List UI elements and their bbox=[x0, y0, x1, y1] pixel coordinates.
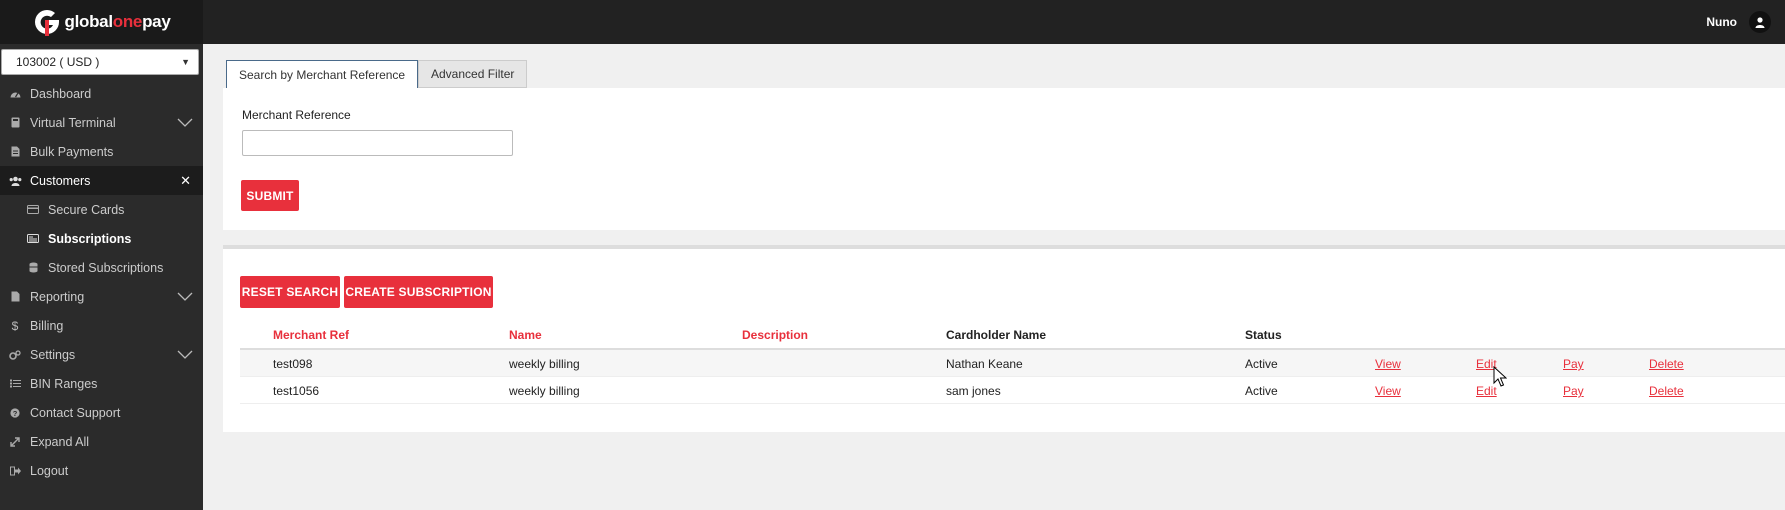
sidebar-item-settings[interactable]: Settings bbox=[0, 340, 203, 369]
logo-mark-icon bbox=[34, 9, 59, 36]
user-icon[interactable] bbox=[1749, 11, 1771, 33]
subscriptions-table: Merchant Ref Name Description Cardholder… bbox=[240, 319, 1785, 404]
sidebar-item-label: Billing bbox=[30, 318, 64, 333]
delete-link[interactable]: Delete bbox=[1649, 384, 1684, 398]
table-row: test1056 weekly billing sam jones Active… bbox=[240, 377, 1785, 404]
sidebar-item-bin-ranges[interactable]: BIN Ranges bbox=[0, 369, 203, 398]
sidebar-item-virtual-terminal[interactable]: Virtual Terminal bbox=[0, 108, 203, 137]
chevron-down-icon[interactable] bbox=[177, 116, 193, 128]
account-select[interactable]: 103002 ( USD ) ▼ bbox=[1, 49, 199, 75]
dollar-icon: $ bbox=[11, 318, 19, 333]
sidebar-item-label: Stored Subscriptions bbox=[48, 260, 164, 275]
id-card-icon bbox=[26, 234, 40, 243]
pay-link[interactable]: Pay bbox=[1563, 384, 1584, 398]
top-bar: globalonepay Nuno bbox=[0, 0, 1785, 44]
report-icon bbox=[8, 291, 22, 302]
mouse-cursor-icon bbox=[1493, 366, 1507, 387]
search-tabs: Search by Merchant Reference Advanced Fi… bbox=[223, 58, 1785, 89]
expand-icon bbox=[8, 436, 22, 447]
sidebar-item-label: Subscriptions bbox=[48, 231, 132, 246]
caret-down-icon: ▼ bbox=[181, 57, 190, 67]
question-icon: ? bbox=[8, 407, 22, 418]
users-icon bbox=[8, 176, 22, 186]
sidebar-item-label: Reporting bbox=[30, 289, 85, 304]
results-panel: RESET SEARCH CREATE SUBSCRIPTION Merchan… bbox=[223, 249, 1785, 432]
calculator-icon bbox=[8, 117, 22, 128]
cell-cardholder-name: sam jones bbox=[946, 384, 1001, 398]
column-header-name[interactable]: Name bbox=[509, 328, 542, 342]
account-select-value: 103002 ( USD ) bbox=[16, 55, 100, 69]
tab-search-by-merchant-reference[interactable]: Search by Merchant Reference bbox=[226, 60, 419, 89]
cell-status: Active bbox=[1245, 384, 1278, 398]
view-link[interactable]: View bbox=[1375, 384, 1401, 398]
user-menu[interactable]: Nuno bbox=[1706, 0, 1771, 44]
cell-name: weekly billing bbox=[509, 384, 580, 398]
sidebar: 103002 ( USD ) ▼ Dashboard Virtual Termi… bbox=[0, 44, 203, 510]
sidebar-item-secure-cards[interactable]: Secure Cards bbox=[0, 195, 203, 224]
column-header-merchant-ref[interactable]: Merchant Ref bbox=[273, 328, 349, 342]
sidebar-item-label: Bulk Payments bbox=[30, 144, 114, 159]
sidebar-item-expand-all[interactable]: Expand All bbox=[0, 427, 203, 456]
list-icon bbox=[8, 379, 22, 388]
column-header-cardholder-name: Cardholder Name bbox=[946, 328, 1047, 342]
chevron-down-icon[interactable] bbox=[177, 348, 193, 360]
table-header: Merchant Ref Name Description Cardholder… bbox=[240, 319, 1785, 350]
create-subscription-button[interactable]: CREATE SUBSCRIPTION bbox=[344, 276, 493, 308]
sidebar-item-stored-subscriptions[interactable]: Stored Subscriptions bbox=[0, 253, 203, 282]
svg-text:?: ? bbox=[13, 409, 18, 418]
sidebar-item-billing[interactable]: $ Billing bbox=[0, 311, 203, 340]
gears-icon bbox=[8, 349, 22, 360]
cell-status: Active bbox=[1245, 357, 1278, 371]
cell-merchant-ref: test1056 bbox=[273, 384, 320, 398]
sidebar-item-label: Virtual Terminal bbox=[30, 115, 116, 130]
sidebar-item-dashboard[interactable]: Dashboard bbox=[0, 79, 203, 108]
file-icon bbox=[8, 146, 22, 157]
sidebar-item-label: Logout bbox=[30, 463, 69, 478]
logo-text: globalonepay bbox=[64, 12, 171, 31]
column-header-description[interactable]: Description bbox=[742, 328, 808, 342]
sidebar-item-contact-support[interactable]: ? Contact Support bbox=[0, 398, 203, 427]
pay-link[interactable]: Pay bbox=[1563, 357, 1584, 371]
sidebar-item-label: Expand All bbox=[30, 434, 90, 449]
database-icon bbox=[26, 262, 40, 273]
search-panel: Search by Merchant Reference Advanced Fi… bbox=[223, 58, 1785, 230]
search-form: Merchant Reference bbox=[223, 88, 1785, 230]
sidebar-item-logout[interactable]: Logout bbox=[0, 456, 203, 485]
user-name: Nuno bbox=[1706, 15, 1737, 29]
sidebar-item-reporting[interactable]: Reporting bbox=[0, 282, 203, 311]
view-link[interactable]: View bbox=[1375, 357, 1401, 371]
dashboard-icon bbox=[8, 89, 22, 98]
chevron-down-icon[interactable] bbox=[177, 290, 193, 302]
sidebar-item-label: BIN Ranges bbox=[30, 376, 98, 391]
cell-cardholder-name: Nathan Keane bbox=[946, 357, 1023, 371]
brand-logo[interactable]: globalonepay bbox=[0, 0, 203, 44]
sidebar-item-label: Contact Support bbox=[30, 405, 121, 420]
submit-button[interactable]: SUBMIT bbox=[241, 180, 299, 211]
table-row: test098 weekly billing Nathan Keane Acti… bbox=[240, 350, 1785, 377]
sidebar-item-subscriptions[interactable]: Subscriptions bbox=[0, 224, 203, 253]
cell-merchant-ref: test098 bbox=[273, 357, 313, 371]
logout-icon bbox=[8, 466, 22, 476]
sidebar-item-label: Dashboard bbox=[30, 86, 92, 101]
sidebar-item-bulk-payments[interactable]: Bulk Payments bbox=[0, 137, 203, 166]
sidebar-item-customers[interactable]: Customers ✕ bbox=[0, 166, 203, 195]
delete-link[interactable]: Delete bbox=[1649, 357, 1684, 371]
column-header-status: Status bbox=[1245, 328, 1282, 342]
sidebar-item-label: Settings bbox=[30, 347, 76, 362]
cell-name: weekly billing bbox=[509, 357, 580, 371]
merchant-reference-label: Merchant Reference bbox=[242, 108, 351, 122]
sidebar-item-label: Secure Cards bbox=[48, 202, 125, 217]
credit-card-icon bbox=[26, 205, 40, 214]
merchant-reference-input[interactable] bbox=[242, 130, 513, 156]
sidebar-item-label: Customers bbox=[30, 173, 91, 188]
close-icon[interactable]: ✕ bbox=[180, 173, 191, 189]
tab-advanced-filter[interactable]: Advanced Filter bbox=[418, 60, 528, 88]
reset-search-button[interactable]: RESET SEARCH bbox=[240, 276, 340, 308]
